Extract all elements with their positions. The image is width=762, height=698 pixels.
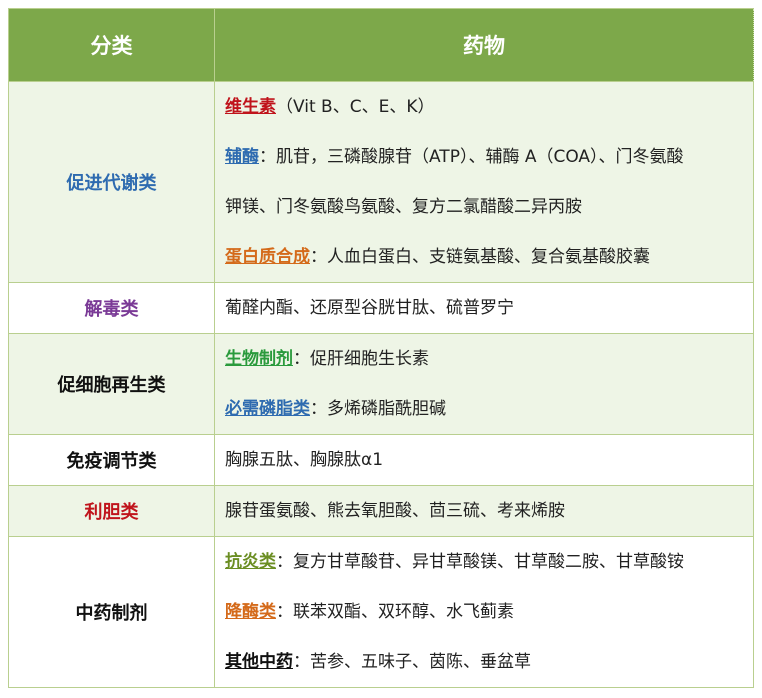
drug-classification-table: 分类 药物 促进代谢类 维生素（Vit B、C、E、K） 辅酶：肌苷，三磷酸腺苷… — [8, 8, 754, 688]
drug-text: ：促肝细胞生长素 — [293, 349, 429, 369]
drug-line: 其他中药：苦参、五味子、茵陈、垂盆草 — [225, 637, 753, 687]
table-row: 促细胞再生类 生物制剂：促肝细胞生长素 必需磷脂类：多烯磷脂酰胆碱 — [8, 333, 754, 435]
keyword: 生物制剂 — [225, 349, 293, 369]
drug-line: 葡醛内酯、还原型谷胱甘肽、硫普罗宁 — [225, 283, 753, 333]
drug-line: 胸腺五肽、胸腺肽α1 — [225, 435, 753, 485]
drug-text: ：人血白蛋白、支链氨基酸、复合氨基酸胶囊 — [310, 247, 650, 267]
drug-cell: 抗炎类：复方甘草酸苷、异甘草酸镁、甘草酸二胺、甘草酸铵 降酶类：联苯双酯、双环醇… — [214, 536, 754, 688]
drug-text: ：多烯磷脂酰胆碱 — [310, 399, 446, 419]
drug-text: ：复方甘草酸苷、异甘草酸镁、甘草酸二胺、甘草酸铵 — [276, 552, 684, 572]
drug-text: ：联苯双酯、双环醇、水飞蓟素 — [276, 602, 514, 622]
category-cell: 利胆类 — [8, 485, 215, 537]
drug-text: 腺苷蛋氨酸、熊去氧胆酸、茴三硫、考来烯胺 — [225, 501, 565, 521]
keyword: 维生素 — [225, 97, 276, 117]
category-cell: 促进代谢类 — [8, 81, 215, 283]
drug-cell: 维生素（Vit B、C、E、K） 辅酶：肌苷，三磷酸腺苷（ATP）、辅酶 A（C… — [214, 81, 754, 283]
category-cell: 免疫调节类 — [8, 434, 215, 486]
table-row: 促进代谢类 维生素（Vit B、C、E、K） 辅酶：肌苷，三磷酸腺苷（ATP）、… — [8, 81, 754, 283]
drug-text: 葡醛内酯、还原型谷胱甘肽、硫普罗宁 — [225, 298, 514, 318]
drug-line: 必需磷脂类：多烯磷脂酰胆碱 — [225, 384, 753, 434]
drug-line: 腺苷蛋氨酸、熊去氧胆酸、茴三硫、考来烯胺 — [225, 486, 753, 536]
drug-text: （Vit B、C、E、K） — [276, 97, 435, 117]
drug-line: 钾镁、门冬氨酸鸟氨酸、复方二氯醋酸二异丙胺 — [225, 182, 753, 232]
drug-cell: 胸腺五肽、胸腺肽α1 — [214, 434, 754, 486]
table-row: 利胆类 腺苷蛋氨酸、熊去氧胆酸、茴三硫、考来烯胺 — [8, 485, 754, 537]
drug-cell: 生物制剂：促肝细胞生长素 必需磷脂类：多烯磷脂酰胆碱 — [214, 333, 754, 435]
table-row: 解毒类 葡醛内酯、还原型谷胱甘肽、硫普罗宁 — [8, 282, 754, 334]
keyword: 其他中药 — [225, 652, 293, 672]
drug-cell: 葡醛内酯、还原型谷胱甘肽、硫普罗宁 — [214, 282, 754, 334]
category-cell: 中药制剂 — [8, 536, 215, 688]
header-category: 分类 — [8, 8, 215, 82]
drug-line: 抗炎类：复方甘草酸苷、异甘草酸镁、甘草酸二胺、甘草酸铵 — [225, 537, 753, 587]
keyword: 抗炎类 — [225, 552, 276, 572]
drug-text: 胸腺五肽、胸腺肽α1 — [225, 450, 384, 470]
drug-cell: 腺苷蛋氨酸、熊去氧胆酸、茴三硫、考来烯胺 — [214, 485, 754, 537]
keyword: 辅酶 — [225, 147, 259, 167]
drug-text: 钾镁、门冬氨酸鸟氨酸、复方二氯醋酸二异丙胺 — [225, 197, 582, 217]
drug-line: 蛋白质合成：人血白蛋白、支链氨基酸、复合氨基酸胶囊 — [225, 232, 753, 282]
keyword: 蛋白质合成 — [225, 247, 310, 267]
table-row: 中药制剂 抗炎类：复方甘草酸苷、异甘草酸镁、甘草酸二胺、甘草酸铵 降酶类：联苯双… — [8, 536, 754, 688]
drug-line: 辅酶：肌苷，三磷酸腺苷（ATP）、辅酶 A（COA）、门冬氨酸 — [225, 132, 753, 182]
drug-line: 维生素（Vit B、C、E、K） — [225, 82, 753, 132]
drug-text: ：苦参、五味子、茵陈、垂盆草 — [293, 652, 531, 672]
keyword: 降酶类 — [225, 602, 276, 622]
header-drug: 药物 — [214, 8, 754, 82]
drug-line: 降酶类：联苯双酯、双环醇、水飞蓟素 — [225, 587, 753, 637]
drug-line: 生物制剂：促肝细胞生长素 — [225, 334, 753, 384]
table-row: 免疫调节类 胸腺五肽、胸腺肽α1 — [8, 434, 754, 486]
drug-text: ：肌苷，三磷酸腺苷（ATP）、辅酶 A（COA）、门冬氨酸 — [259, 147, 684, 167]
keyword: 必需磷脂类 — [225, 399, 310, 419]
category-cell: 促细胞再生类 — [8, 333, 215, 435]
table-header-row: 分类 药物 — [8, 8, 754, 82]
category-cell: 解毒类 — [8, 282, 215, 334]
